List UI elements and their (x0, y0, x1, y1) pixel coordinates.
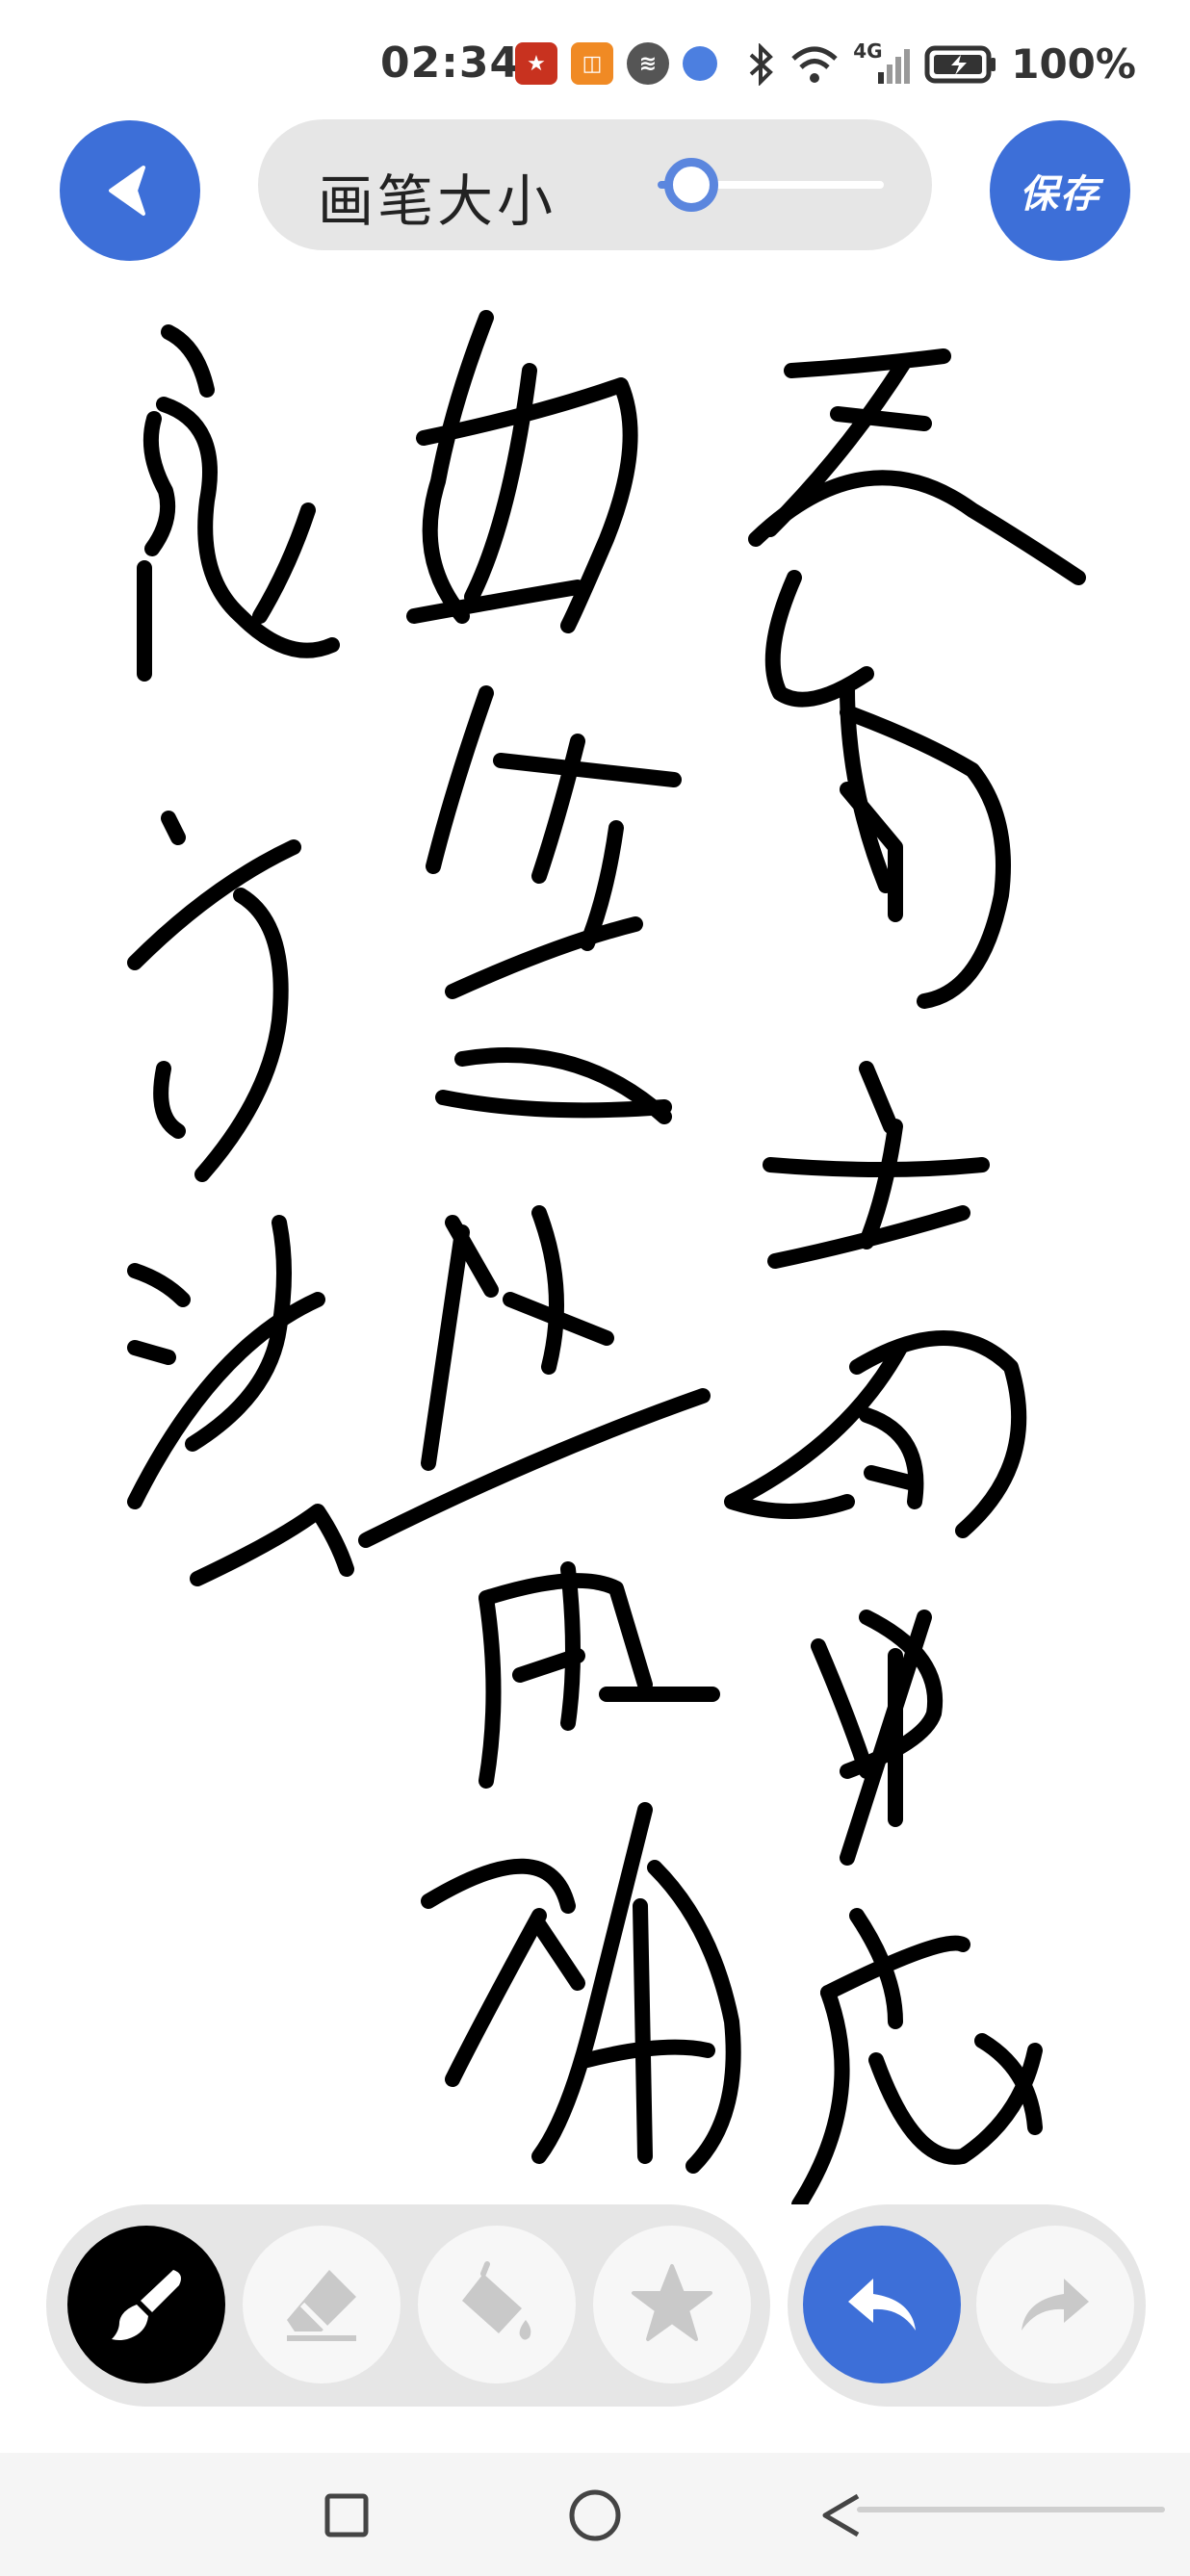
status-time: 02:34 (380, 39, 521, 88)
redo-button[interactable] (976, 2226, 1134, 2383)
back-button[interactable] (60, 120, 200, 261)
fill-bucket-icon (462, 2261, 531, 2340)
recent-apps-button[interactable] (313, 2482, 380, 2549)
brush-size-slider[interactable] (658, 158, 884, 212)
status-indicators: 4G 100% (747, 39, 1136, 88)
back-arrow-icon (109, 166, 145, 216)
eraser-icon (287, 2270, 356, 2341)
brush-size-label: 画笔大小 (318, 168, 557, 234)
navigation-bar (0, 2453, 1190, 2576)
redo-icon (1022, 2279, 1089, 2331)
undo-button[interactable] (803, 2226, 961, 2383)
bluetooth-icon (749, 42, 774, 86)
brush-size-panel: 画笔大小 (258, 119, 932, 250)
triangle-back-icon (822, 2493, 860, 2537)
browser-app-icon (683, 46, 717, 81)
handwriting-strokes (127, 310, 1086, 2204)
system-back-button[interactable] (809, 2482, 876, 2549)
eraser-tool-button[interactable] (243, 2226, 401, 2383)
cellular-signal-icon: 4G (853, 39, 911, 86)
voice-app-icon: ≋ (627, 42, 669, 85)
brush-tool-button[interactable] (67, 2226, 225, 2383)
star-stamp-icon (632, 2264, 712, 2341)
slider-thumb[interactable] (664, 158, 718, 212)
app-orange-icon: ◫ (571, 42, 613, 85)
fill-tool-button[interactable] (418, 2226, 576, 2383)
undo-icon (848, 2279, 916, 2331)
app-red-icon: ★ (515, 42, 557, 85)
battery-icon (924, 45, 996, 83)
tool-panel (46, 2204, 770, 2407)
status-app-icons: ★ ◫ ≋ (515, 42, 717, 85)
gesture-bar (857, 2507, 1165, 2512)
square-icon (324, 2493, 369, 2537)
circle-icon (569, 2489, 621, 2541)
brush-icon (112, 2270, 181, 2340)
save-button[interactable]: 保存 (990, 120, 1130, 261)
home-button[interactable] (561, 2482, 629, 2549)
status-bar: 02:34 ★ ◫ ≋ 4G 100% (0, 0, 1190, 125)
stamp-tool-button[interactable] (593, 2226, 751, 2383)
history-panel (788, 2204, 1146, 2407)
drawing-canvas[interactable] (0, 279, 1190, 2204)
battery-percentage: 100% (1011, 40, 1136, 88)
wifi-icon (791, 46, 838, 83)
